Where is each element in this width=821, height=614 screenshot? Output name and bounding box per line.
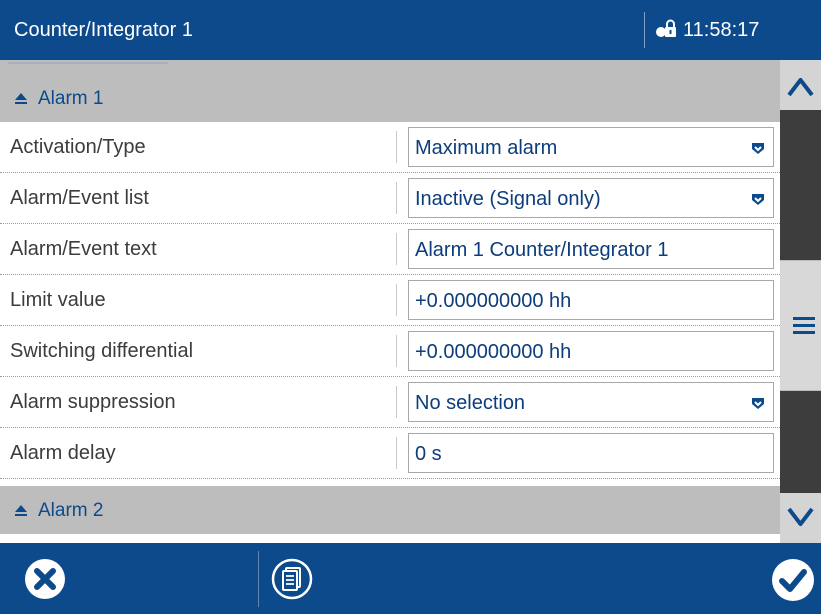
- field-value: +0.000000000 hh: [415, 290, 572, 312]
- row-activation-type: Activation/Type Maximum alarm: [0, 122, 780, 173]
- row-limit-value: Limit value +0.000000000 hh: [0, 275, 780, 326]
- chevron-down-icon: [787, 507, 814, 526]
- clock-time: 11:58:17: [683, 19, 760, 41]
- collapse-triangle-icon: [15, 93, 27, 104]
- document-list-icon[interactable]: [271, 558, 313, 600]
- activation-type-dropdown[interactable]: Maximum alarm: [408, 127, 774, 167]
- page-title: Counter/Integrator 1: [14, 19, 193, 41]
- title-bar: Counter/Integrator 1 11:58:17: [0, 0, 821, 60]
- column-divider: [396, 284, 397, 316]
- settings-list[interactable]: Alarm 1 Activation/Type Maximum alarm Al…: [0, 60, 780, 543]
- column-divider: [396, 131, 397, 163]
- row-alarm-delay: Alarm delay 0 s: [0, 428, 780, 479]
- scroll-track-upper[interactable]: [780, 110, 821, 260]
- vertical-scrollbar[interactable]: [780, 60, 821, 543]
- chevron-up-icon: [787, 78, 814, 97]
- switching-differential-input[interactable]: +0.000000000 hh: [408, 331, 774, 371]
- column-divider: [396, 386, 397, 418]
- field-value: Maximum alarm: [415, 137, 558, 159]
- column-divider: [396, 437, 397, 469]
- footer-divider: [258, 551, 259, 607]
- dropdown-arrow-icon: [752, 398, 764, 409]
- field-value: +0.000000000 hh: [415, 341, 572, 363]
- column-divider: [396, 182, 397, 214]
- alarm-event-list-dropdown[interactable]: Inactive (Signal only): [408, 178, 774, 218]
- collapse-triangle-icon: [15, 505, 27, 516]
- alarm-event-text-input[interactable]: Alarm 1 Counter/Integrator 1: [408, 229, 774, 269]
- row-label: Alarm suppression: [10, 391, 176, 413]
- row-alarm-event-list: Alarm/Event list Inactive (Signal only): [0, 173, 780, 224]
- column-divider: [396, 335, 397, 367]
- scroll-up-button[interactable]: [780, 60, 821, 110]
- alarm-delay-input[interactable]: 0 s: [408, 433, 774, 473]
- field-value: No selection: [415, 392, 526, 414]
- hamburger-icon: [793, 317, 815, 334]
- limit-value-input[interactable]: +0.000000000 hh: [408, 280, 774, 320]
- column-divider: [396, 233, 397, 265]
- cancel-x-icon[interactable]: [24, 558, 66, 600]
- row-label: Alarm/Event text: [10, 238, 157, 260]
- section-alarm-2[interactable]: Alarm 2: [0, 486, 780, 534]
- header-divider: [644, 12, 645, 48]
- row-alarm-event-text: Alarm/Event text Alarm 1 Counter/Integra…: [0, 224, 780, 275]
- row-label: Alarm/Event list: [10, 187, 149, 209]
- dropdown-arrow-icon: [752, 194, 764, 205]
- field-value: 0 s: [415, 443, 442, 465]
- row-label: Switching differential: [10, 340, 194, 362]
- previous-section-edge: [8, 60, 168, 64]
- previous-section-strip: [0, 60, 780, 74]
- field-value: Inactive (Signal only): [415, 188, 601, 210]
- field-value: Alarm 1 Counter/Integrator 1: [415, 239, 669, 261]
- footer-toolbar: [0, 543, 821, 614]
- alarm-suppression-dropdown[interactable]: No selection: [408, 382, 774, 422]
- section-label: Alarm 2: [38, 500, 104, 521]
- row-label: Activation/Type: [10, 136, 146, 158]
- checkmark-icon[interactable]: [771, 558, 815, 602]
- scroll-thumb[interactable]: [780, 260, 821, 391]
- scroll-down-button[interactable]: [780, 493, 821, 543]
- lock-user-icon[interactable]: [654, 18, 678, 42]
- scroll-track-lower[interactable]: [780, 391, 821, 493]
- row-label: Limit value: [10, 289, 106, 311]
- row-alarm-suppression: Alarm suppression No selection: [0, 377, 780, 428]
- section-label: Alarm 1: [38, 88, 104, 109]
- section-alarm-1[interactable]: Alarm 1: [0, 74, 780, 122]
- row-label: Alarm delay: [10, 442, 116, 464]
- dropdown-arrow-icon: [752, 143, 764, 154]
- row-switching-differential: Switching differential +0.000000000 hh: [0, 326, 780, 377]
